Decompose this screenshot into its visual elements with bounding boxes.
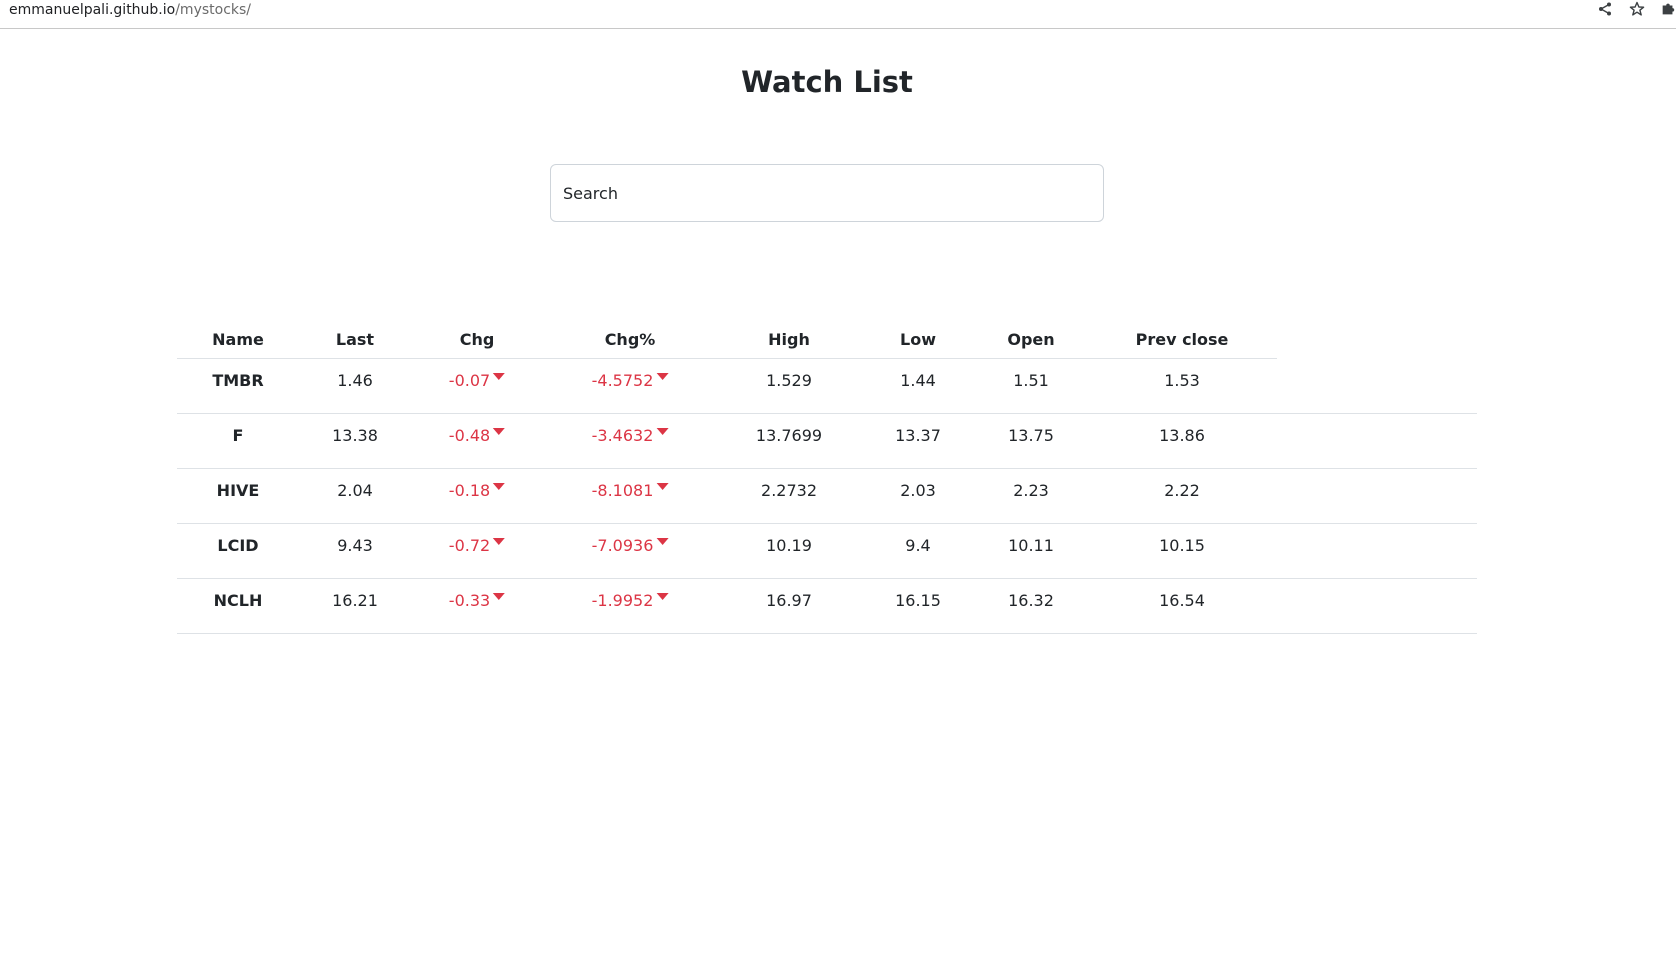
table-row[interactable]: LCID 9.43 -0.72 -7.0936 10.19 9.4 10.11 … xyxy=(177,524,1477,579)
table-row[interactable]: F 13.38 -0.48 -3.4632 13.7699 13.37 13.7… xyxy=(177,414,1477,469)
extensions-icon[interactable] xyxy=(1660,0,1676,18)
stock-chg-pct: -7.0936 xyxy=(592,524,669,578)
caret-down-icon xyxy=(493,593,506,600)
stock-name: TMBR xyxy=(212,371,264,390)
stock-last: 9.43 xyxy=(337,536,373,555)
stock-low: 2.03 xyxy=(900,481,936,500)
stock-name: HIVE xyxy=(216,481,260,500)
stock-chg: -0.18 xyxy=(448,469,506,523)
url-bar-actions xyxy=(1596,0,1676,20)
stock-chg-pct: -4.5752 xyxy=(592,359,669,413)
column-header-chg[interactable]: Chg xyxy=(460,320,495,358)
watchlist-table: Name Last Chg Chg% High Low Open Prev cl… xyxy=(177,320,1477,634)
caret-down-icon xyxy=(493,373,506,380)
url-path: /mystocks/ xyxy=(175,2,252,18)
stock-chg-value: -0.18 xyxy=(448,481,491,500)
stock-last: 2.04 xyxy=(337,481,373,500)
column-header-chg-pct[interactable]: Chg% xyxy=(605,320,656,358)
stock-chg-value: -0.07 xyxy=(448,371,491,390)
stock-prev-close: 1.53 xyxy=(1164,371,1200,390)
page-title: Watch List xyxy=(741,65,913,99)
stock-chg-pct-value: -1.9952 xyxy=(591,591,654,610)
stock-chg-value: -0.33 xyxy=(448,591,491,610)
stock-name: F xyxy=(232,426,244,445)
stock-prev-close: 2.22 xyxy=(1164,481,1200,500)
stock-low: 1.44 xyxy=(900,371,936,390)
table-row[interactable]: TMBR 1.46 -0.07 -4.5752 1.529 1.44 1.51 … xyxy=(177,359,1477,414)
stock-chg-value: -0.72 xyxy=(448,536,491,555)
stock-chg-pct: -1.9952 xyxy=(592,579,669,633)
stock-last: 16.21 xyxy=(332,591,378,610)
stock-high: 13.7699 xyxy=(755,426,823,445)
column-header-prev-close[interactable]: Prev close xyxy=(1136,320,1229,358)
column-header-low[interactable]: Low xyxy=(900,320,936,358)
table-row[interactable]: NCLH 16.21 -0.33 -1.9952 16.97 16.15 16.… xyxy=(177,579,1477,634)
stock-chg-pct-value: -8.1081 xyxy=(591,481,654,500)
caret-down-icon xyxy=(656,538,669,545)
stock-low: 9.4 xyxy=(905,536,931,555)
column-header-last[interactable]: Last xyxy=(336,320,374,358)
stock-chg: -0.07 xyxy=(448,359,506,413)
stock-name: LCID xyxy=(217,536,259,555)
stock-last: 1.46 xyxy=(337,371,373,390)
stock-prev-close: 13.86 xyxy=(1159,426,1205,445)
stock-chg-pct: -8.1081 xyxy=(592,469,669,523)
caret-down-icon xyxy=(493,483,506,490)
caret-down-icon xyxy=(656,483,669,490)
stock-low: 16.15 xyxy=(895,591,941,610)
stock-chg-pct-value: -7.0936 xyxy=(591,536,654,555)
search-input[interactable] xyxy=(550,164,1104,222)
stock-open: 10.11 xyxy=(1008,536,1054,555)
caret-down-icon xyxy=(493,538,506,545)
column-header-high[interactable]: High xyxy=(768,320,810,358)
stock-prev-close: 16.54 xyxy=(1159,591,1205,610)
stock-open: 16.32 xyxy=(1008,591,1054,610)
caret-down-icon xyxy=(656,428,669,435)
url-host: emmanuelpali.github.io xyxy=(9,2,176,18)
stock-open: 2.23 xyxy=(1013,481,1049,500)
stock-name: NCLH xyxy=(213,591,263,610)
star-icon[interactable] xyxy=(1628,0,1646,18)
stock-last: 13.38 xyxy=(332,426,378,445)
stock-chg: -0.33 xyxy=(448,579,506,633)
stock-high: 1.529 xyxy=(766,371,812,390)
table-header-row: Name Last Chg Chg% High Low Open Prev cl… xyxy=(177,320,1277,359)
share-icon[interactable] xyxy=(1596,0,1614,18)
column-header-open[interactable]: Open xyxy=(1007,320,1054,358)
column-header-name[interactable]: Name xyxy=(212,320,264,358)
table-row[interactable]: HIVE 2.04 -0.18 -8.1081 2.2732 2.03 2.23… xyxy=(177,469,1477,524)
stock-high: 10.19 xyxy=(766,536,812,555)
caret-down-icon xyxy=(493,428,506,435)
caret-down-icon xyxy=(656,593,669,600)
stock-chg-value: -0.48 xyxy=(448,426,491,445)
stock-open: 1.51 xyxy=(1013,371,1049,390)
stock-chg-pct: -3.4632 xyxy=(592,414,669,468)
stock-chg: -0.72 xyxy=(448,524,506,578)
stock-open: 13.75 xyxy=(1008,426,1054,445)
caret-down-icon xyxy=(656,373,669,380)
stock-high: 2.2732 xyxy=(761,481,817,500)
stock-chg-pct-value: -3.4632 xyxy=(591,426,654,445)
stock-high: 16.97 xyxy=(766,591,812,610)
stock-chg: -0.48 xyxy=(448,414,506,468)
stock-low: 13.37 xyxy=(895,426,941,445)
stock-chg-pct-value: -4.5752 xyxy=(591,371,654,390)
url-text[interactable]: emmanuelpali.github.io/mystocks/ xyxy=(9,1,251,19)
browser-url-bar: emmanuelpali.github.io/mystocks/ xyxy=(0,0,1676,29)
stock-prev-close: 10.15 xyxy=(1159,536,1205,555)
